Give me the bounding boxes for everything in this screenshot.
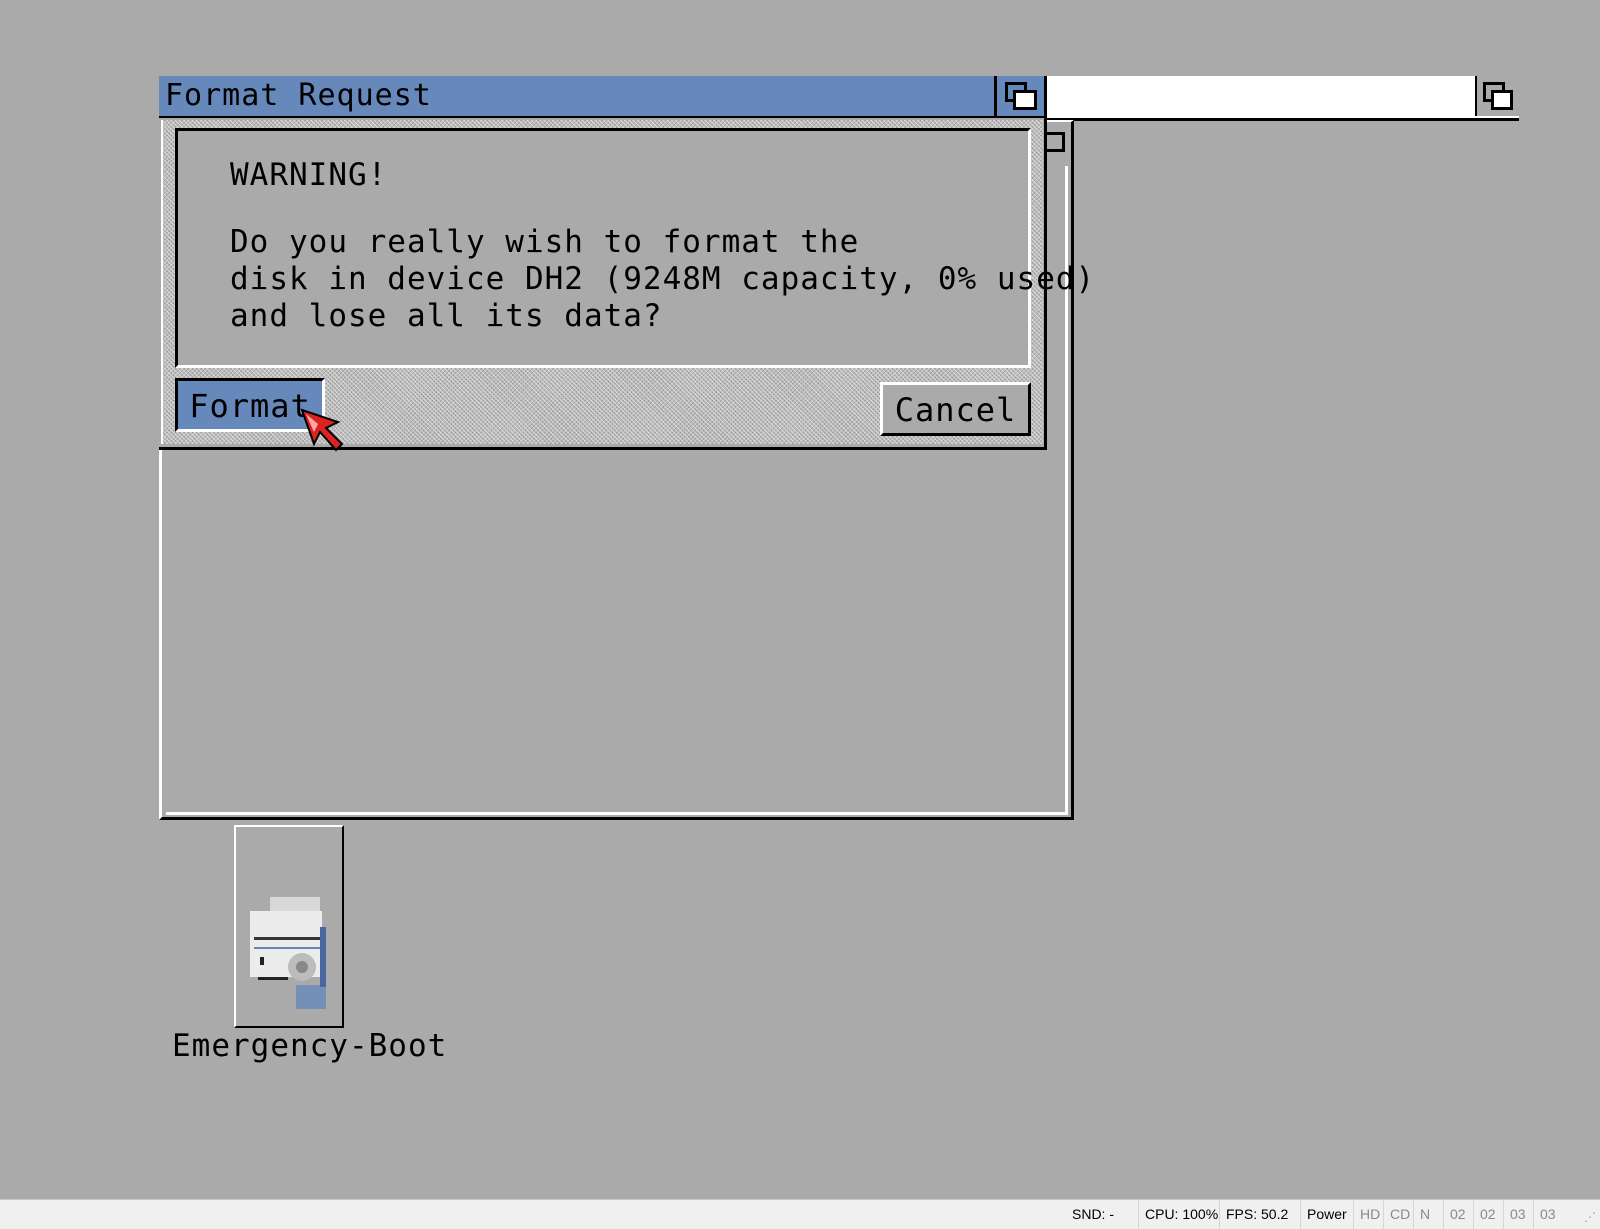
requester-body: WARNING! Do you really wish to format th… [161,120,1094,444]
cancel-button[interactable]: Cancel [880,382,1031,436]
emergency-boot-icon-frame[interactable] [234,825,344,1028]
warning-heading: WARNING! [230,157,388,193]
resize-grip-icon[interactable]: ⋰ [1584,1210,1596,1224]
requester-title-bar[interactable]: Format Request [159,76,997,118]
drive-track-1: 02 [1473,1200,1502,1229]
requester-depth-gadget-icon[interactable] [997,76,1044,118]
emulator-status-bar: SND: - CPU: 100% FPS: 50.2 Power HD CD N… [0,1199,1600,1229]
hd-led: HD [1353,1200,1386,1229]
drive-track-2: 03 [1503,1200,1532,1229]
cpu-status: CPU: 100% [1138,1200,1224,1229]
sound-status: SND: - [1072,1206,1114,1222]
hard-disk-icon [250,897,326,1009]
requester-title: Format Request [165,78,432,113]
message-line-3: and lose all its data? [230,298,663,334]
format-requester: Format Request WARNING! Do you really wi… [159,76,1094,450]
mouse-pointer-icon [300,408,344,452]
power-led: Power [1300,1200,1353,1229]
screen-title-bar [1040,76,1519,121]
emergency-boot-label: Emergency-Boot [172,1028,448,1064]
message-box: WARNING! Do you really wish to format th… [175,128,1094,368]
n-led: N [1413,1200,1436,1229]
message-line-1: Do you really wish to format the [230,224,860,260]
cd-led: CD [1383,1200,1416,1229]
message-line-2: disk in device DH2 (9248M capacity, 0% u… [230,261,1096,297]
fps-status: FPS: 50.2 [1219,1200,1294,1229]
screen-depth-gadget-icon[interactable] [1475,76,1519,116]
drive-track-0: 02 [1443,1200,1472,1229]
drive-track-3: 03 [1533,1200,1562,1229]
